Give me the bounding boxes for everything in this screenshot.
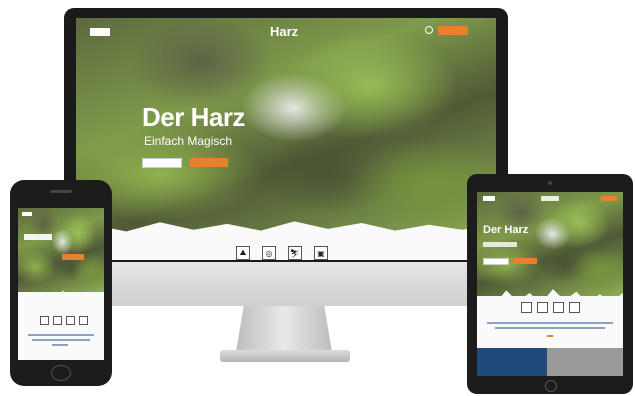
tablet-hero-primary-button[interactable] (513, 258, 537, 264)
tablet-text-line-1 (487, 322, 613, 324)
desktop-hero-title: Der Harz (142, 102, 245, 132)
bike-icon[interactable] (537, 302, 548, 313)
tablet-accent-dot (547, 335, 553, 337)
desktop-screen: Harz Der Harz Einfach Magisch ⛰ ◎ ⛷ ▣ (76, 18, 496, 260)
tablet-text-line-2 (495, 327, 605, 329)
tablet-logo-bar[interactable] (541, 196, 559, 201)
tablet-home-button[interactable] (545, 380, 557, 392)
desktop-stand-neck (236, 306, 332, 352)
tablet-footer-left-panel (477, 348, 547, 376)
phone-hero-title-bar (24, 234, 52, 240)
tablet-device: Der Harz (467, 174, 633, 394)
desktop-logo[interactable]: Harz (270, 24, 298, 39)
tablet-activity-icons (521, 302, 581, 313)
phone-activity-icons (40, 316, 90, 325)
tablet-menu-button[interactable] (483, 196, 495, 201)
ski-icon[interactable]: ⛷ (288, 246, 302, 260)
ski-icon[interactable] (553, 302, 564, 313)
desktop-chin (64, 262, 508, 306)
desktop-monitor: Harz Der Harz Einfach Magisch ⛰ ◎ ⛷ ▣ (64, 8, 508, 266)
phone-screen (18, 208, 104, 360)
hiking-icon[interactable] (40, 316, 49, 325)
tablet-hero-secondary-button[interactable] (483, 258, 509, 265)
phone-device (10, 180, 112, 386)
bike-icon[interactable] (53, 316, 62, 325)
desktop-activity-icons: ⛰ ◎ ⛷ ▣ (236, 246, 336, 260)
desktop-menu-button[interactable] (90, 28, 110, 36)
camera-icon[interactable] (569, 302, 580, 313)
tablet-camera (548, 181, 552, 185)
phone-hero-button[interactable] (62, 254, 84, 260)
tablet-hero-title: Der Harz (483, 224, 529, 236)
phone-text-line-3 (52, 344, 68, 346)
desktop-hero-image (76, 18, 496, 242)
phone-text-line-1 (28, 334, 94, 336)
camera-icon[interactable] (79, 316, 88, 325)
phone-menu-button[interactable] (22, 212, 32, 216)
desktop-hero-primary-button[interactable] (190, 158, 228, 167)
hiking-icon[interactable]: ⛰ (236, 246, 250, 260)
ski-icon[interactable] (66, 316, 75, 325)
phone-speaker (50, 190, 72, 193)
tablet-screen: Der Harz (477, 192, 623, 376)
hiking-icon[interactable] (521, 302, 532, 313)
tablet-hero-subtitle-bar (483, 242, 517, 247)
desktop-nav-cta-button[interactable] (438, 26, 468, 35)
phone-text-line-2 (32, 339, 90, 341)
desktop-hero-secondary-button[interactable] (142, 158, 182, 168)
phone-hero-image (18, 208, 104, 292)
bike-icon[interactable]: ◎ (262, 246, 276, 260)
phone-home-button[interactable] (51, 365, 71, 381)
desktop-search-icon[interactable] (425, 26, 433, 34)
tablet-footer-right-panel (547, 348, 623, 376)
desktop-stand-base (220, 350, 350, 362)
desktop-hero-subtitle: Einfach Magisch (144, 134, 233, 148)
tablet-nav-cta-button[interactable] (601, 196, 617, 201)
camera-icon[interactable]: ▣ (314, 246, 328, 260)
